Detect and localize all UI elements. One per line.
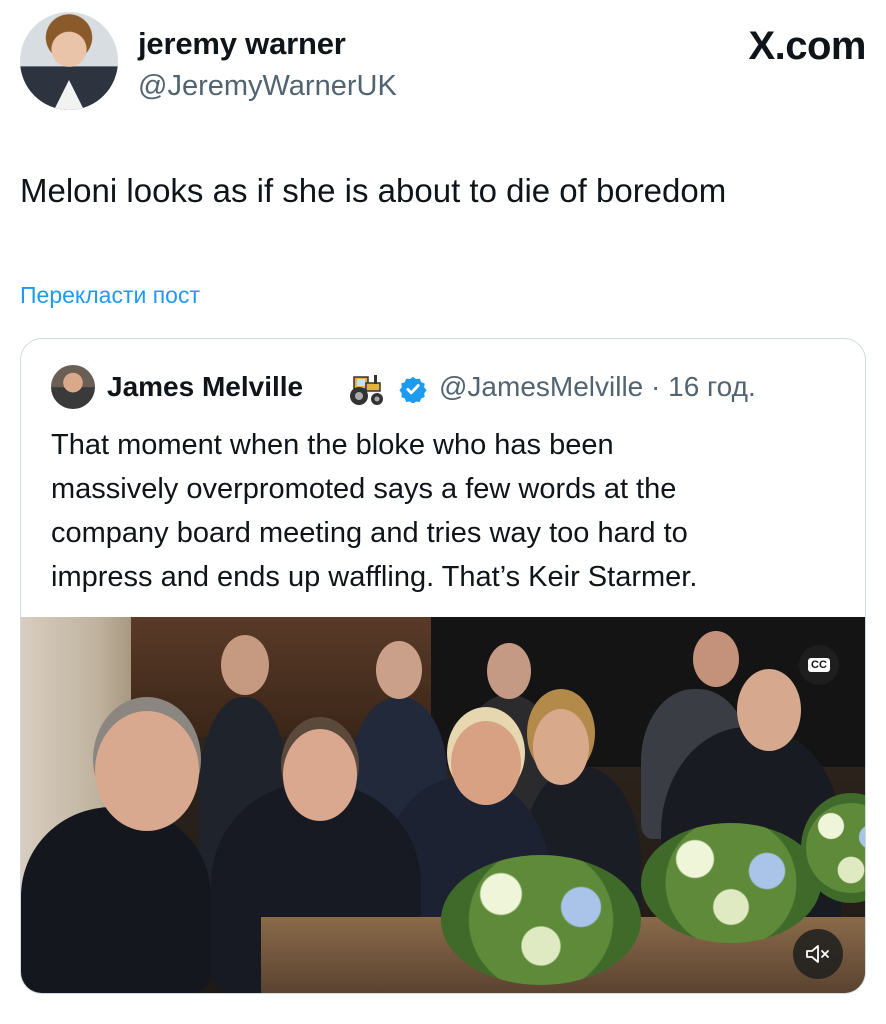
attendee-head — [376, 641, 422, 699]
mute-button[interactable] — [793, 929, 843, 979]
quoted-text-line: That moment when the bloke who has been — [51, 429, 614, 461]
tweet-text: Meloni looks as if she is about to die o… — [20, 172, 727, 209]
translate-post-link[interactable]: Перекласти пост — [20, 282, 200, 309]
captions-button[interactable]: CC — [799, 645, 839, 685]
attendee-head — [283, 729, 357, 821]
verified-badge-icon — [399, 376, 427, 403]
quoted-video[interactable]: CC — [21, 617, 865, 993]
tractor-icon — [350, 375, 383, 405]
captions-label: CC — [808, 658, 830, 672]
author-display-name[interactable]: jeremy warner — [138, 26, 346, 62]
attendee-head — [737, 669, 801, 751]
attendee-head — [693, 631, 739, 687]
attendee-head — [221, 635, 269, 695]
quoted-tweet-text: That moment when the bloke who has been … — [51, 423, 841, 599]
quoted-author-avatar[interactable] — [51, 365, 95, 409]
attendee-head — [451, 721, 521, 805]
attendee-head — [487, 643, 531, 699]
author-handle[interactable]: @JeremyWarnerUK — [138, 70, 397, 103]
quoted-author-name[interactable]: James Melville — [107, 371, 303, 403]
author-avatar[interactable] — [20, 12, 118, 110]
flower-arrangement — [641, 823, 821, 943]
quoted-handle-and-time[interactable]: @JamesMelville · 16 год. — [439, 371, 756, 403]
attendee-figure — [21, 807, 211, 993]
quoted-text-line: company board meeting and tries way too … — [51, 517, 688, 549]
speaker-muted-icon — [806, 945, 829, 963]
quoted-text-line: massively overpromoted says a few words … — [51, 473, 677, 505]
quoted-tweet-card[interactable]: James Melville @JamesMelville · 16 год. … — [20, 338, 866, 994]
site-logo: X.com — [748, 24, 866, 68]
attendee-head — [533, 709, 589, 785]
tweet-header: jeremy warner @JeremyWarnerUK X.com — [20, 12, 866, 112]
attendee-head — [95, 711, 199, 831]
flower-arrangement — [441, 855, 641, 985]
quoted-text-line: impress and ends up waffling. That’s Kei… — [51, 561, 698, 593]
